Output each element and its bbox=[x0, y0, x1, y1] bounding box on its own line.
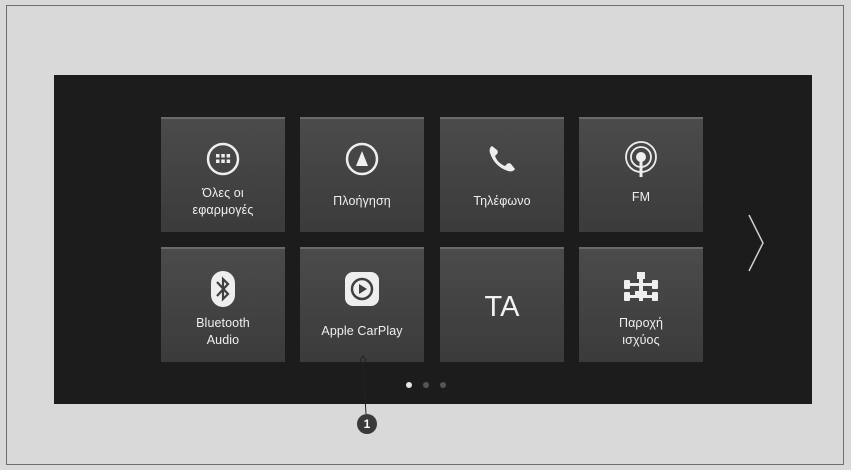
callout-marker: 1 bbox=[357, 414, 377, 434]
callout-leader-line bbox=[359, 355, 367, 415]
